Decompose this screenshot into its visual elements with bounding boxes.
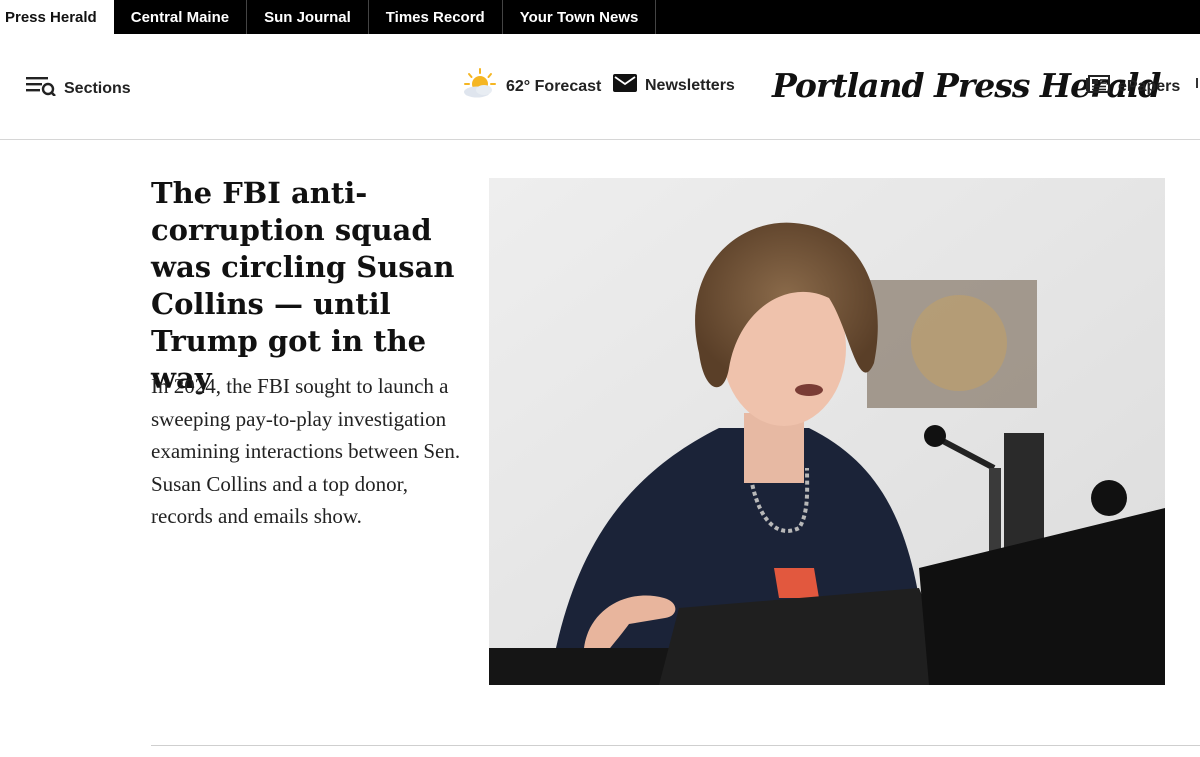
- epapers-label: ePapers: [1118, 77, 1181, 95]
- newsletters-label: Newsletters: [645, 76, 735, 94]
- sections-button[interactable]: Sections: [26, 76, 131, 101]
- tab-your-town-news[interactable]: Your Town News: [503, 0, 657, 34]
- envelope-icon: [613, 74, 637, 97]
- story-dek: In 2024, the FBI sought to launch a swee…: [151, 374, 461, 528]
- section-divider: [151, 745, 1200, 746]
- forecast-label: 62° Forecast: [506, 77, 602, 95]
- epapers-button[interactable]: ePapers: [1086, 75, 1180, 98]
- network-nav: Press Herald Central Maine Sun Journal T…: [0, 0, 1200, 34]
- masthead: Sections 62° Forecast Newsletters Portla…: [0, 34, 1200, 140]
- story-photo[interactable]: [489, 178, 1165, 685]
- forecast-button[interactable]: 62° Forecast: [460, 68, 601, 105]
- tab-times-record[interactable]: Times Record: [369, 0, 503, 34]
- story-headline[interactable]: The FBI anti-corruption squad was circli…: [151, 175, 461, 397]
- tab-central-maine[interactable]: Central Maine: [114, 0, 248, 34]
- sections-label: Sections: [64, 79, 131, 97]
- newspaper-icon: [1086, 75, 1110, 98]
- menu-search-icon: [26, 76, 56, 101]
- newsletters-button[interactable]: Newsletters: [613, 74, 735, 97]
- tab-press-herald[interactable]: Press Herald: [0, 0, 114, 34]
- tab-sun-journal[interactable]: Sun Journal: [247, 0, 369, 34]
- partly-sunny-icon: [460, 68, 498, 105]
- cut-off-nav-item[interactable]: [1196, 78, 1200, 88]
